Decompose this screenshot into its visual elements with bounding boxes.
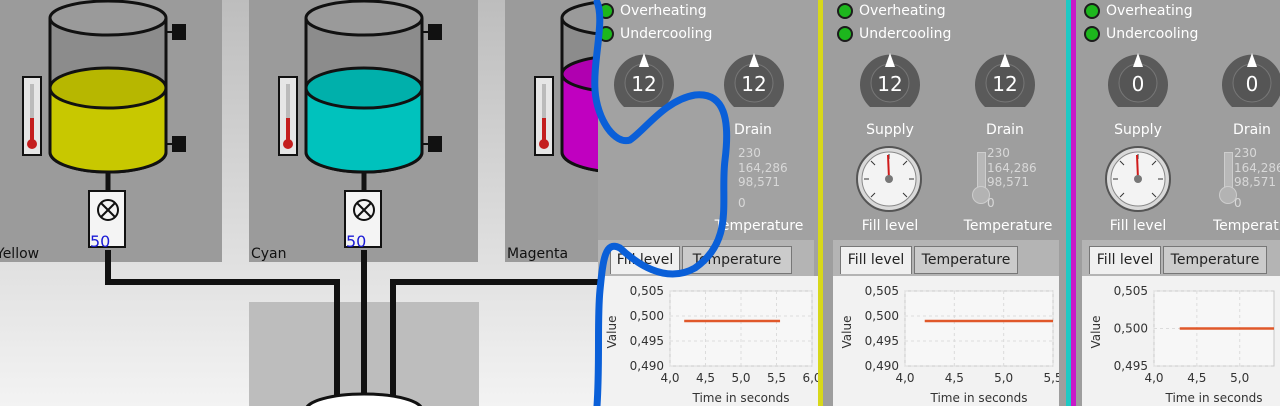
y-tick-label: 0,495 xyxy=(865,334,899,348)
x-tick-label: 4,5 xyxy=(1187,371,1206,385)
y-tick-label: 0,505 xyxy=(865,284,899,298)
alarm-overheating: Overheating xyxy=(837,0,946,22)
valve-value-yellow: 50 xyxy=(90,232,111,251)
x-tick-label: 4,0 xyxy=(895,371,914,385)
alarm-undercooling: Undercooling xyxy=(837,23,951,45)
tank-cyan xyxy=(304,0,442,174)
tab-temperature[interactable]: Temperature xyxy=(1163,246,1267,274)
supply-gauge: 12 xyxy=(860,53,920,107)
tab-bar: Fill level Temperature xyxy=(833,240,1059,276)
fill-level-dial xyxy=(856,146,922,212)
tank-label-yellow: Yellow xyxy=(0,246,40,262)
alarm-overheating: Overheating xyxy=(1084,0,1193,22)
y-tick-label: 0,490 xyxy=(865,359,899,373)
drain-value: 12 xyxy=(992,72,1017,96)
x-tick-label: 5,5 xyxy=(767,371,786,385)
thermometer-magenta xyxy=(534,76,554,156)
alarm-label: Overheating xyxy=(859,3,946,19)
tab-fill-level[interactable]: Fill level xyxy=(1089,246,1161,274)
y-tick-label: 0,495 xyxy=(1114,359,1148,373)
fill-level-label: Fill level xyxy=(861,218,919,234)
x-tick-label: 4,5 xyxy=(945,371,964,385)
x-tick-label: 5,5 xyxy=(1043,371,1059,385)
temperature-label: Temperature xyxy=(963,218,1053,234)
x-axis-label: Time in seconds xyxy=(1165,391,1263,405)
overheating-lamp-icon xyxy=(1084,3,1100,19)
plot-area xyxy=(904,290,1054,367)
x-tick-label: 6,0 xyxy=(802,371,818,385)
alarm-undercooling: Undercooling xyxy=(1084,23,1198,45)
x-tick-label: 5,0 xyxy=(994,371,1013,385)
temperature-scale: 230 164,286 98,571 0 xyxy=(987,146,1037,210)
supply-label: Supply xyxy=(1114,122,1162,138)
temperature-scale: 230 164,286 98,571 0 xyxy=(1234,146,1280,210)
drain-gauge: 12 xyxy=(975,53,1035,107)
tank-label-magenta: Magenta xyxy=(507,246,569,262)
supply-gauge: 0 xyxy=(1108,53,1168,107)
chart-svg: 0,505 0,500 0,4954,0 4,5 5,0 Value Time in sec… xyxy=(1089,284,1275,405)
fill-level-dial xyxy=(1105,146,1171,212)
y-axis-label: Value xyxy=(1089,316,1103,349)
fill-level-chart: 0,505 0,500 0,495 4,0 4,5 5,0 Value Time in sec… xyxy=(1082,276,1280,406)
thermometer-yellow xyxy=(22,76,42,156)
temperature-stem xyxy=(977,152,986,190)
control-panel-magenta: Overheating Undercooling 0 0 Supply Drai… xyxy=(1076,0,1280,406)
fill-level-chart: 0,505 0,500 0,495 0,490 4,0 4,5 5,0 5,5 Value Tim… xyxy=(833,276,1059,406)
pipe-network xyxy=(105,250,623,406)
undercooling-lamp-icon xyxy=(1084,26,1100,42)
tab-bar: Fill level Temperature xyxy=(1082,240,1280,276)
tank-label-cyan: Cyan xyxy=(251,246,287,262)
supply-value: 12 xyxy=(877,72,902,96)
temperature-label: Temperat xyxy=(1213,218,1279,234)
control-panel-cyan: Overheating Undercooling 12 12 Supply Dr… xyxy=(823,0,1066,406)
drain-gauge: 0 xyxy=(1222,53,1280,107)
thermometer-cyan xyxy=(278,76,298,156)
tab-temperature[interactable]: Temperature xyxy=(914,246,1018,274)
tab-fill-level[interactable]: Fill level xyxy=(840,246,912,274)
pen-annotation xyxy=(591,0,731,406)
chart-svg: 0,505 0,500 0,495 0,4904,0 4,5 5,0 5,5 Value Tim… xyxy=(840,284,1059,405)
fill-level-label: Fill level xyxy=(1109,218,1167,234)
alarm-label: Undercooling xyxy=(1106,26,1199,42)
supply-value: 0 xyxy=(1132,72,1145,96)
tank-yellow xyxy=(48,0,186,174)
undercooling-lamp-icon xyxy=(837,26,853,42)
x-tick-label: 5,0 xyxy=(1230,371,1249,385)
supply-label: Supply xyxy=(866,122,914,138)
x-tick-label: 4,0 xyxy=(1144,371,1163,385)
alarm-label: Overheating xyxy=(1106,3,1193,19)
y-tick-label: 0,500 xyxy=(1114,322,1148,336)
mixer-tank-top xyxy=(305,392,423,406)
temperature-stem xyxy=(1224,152,1233,190)
overheating-lamp-icon xyxy=(837,3,853,19)
drain-value: 0 xyxy=(1246,72,1259,96)
valve-value-cyan: 50 xyxy=(346,232,367,251)
y-axis-label: Value xyxy=(840,316,854,349)
drain-label: Drain xyxy=(1233,122,1271,138)
drain-label: Drain xyxy=(986,122,1024,138)
y-tick-label: 0,505 xyxy=(1114,284,1148,298)
x-axis-label: Time in seconds xyxy=(930,391,1028,405)
alarm-label: Undercooling xyxy=(859,26,952,42)
y-tick-label: 0,500 xyxy=(865,309,899,323)
